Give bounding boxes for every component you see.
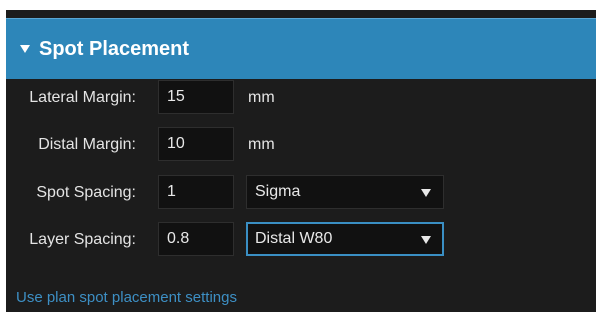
- spot-spacing-input[interactable]: 1: [158, 175, 234, 209]
- distal-margin-label: Distal Margin:: [38, 136, 136, 153]
- spot-placement-panel: Spot Placement Lateral Margin: 15 mm Dis…: [6, 10, 596, 312]
- panel-header[interactable]: Spot Placement: [6, 18, 596, 79]
- collapse-triangle-icon[interactable]: [20, 45, 30, 53]
- layer-spacing-label: Layer Spacing:: [29, 231, 136, 248]
- lateral-margin-label: Lateral Margin:: [29, 89, 136, 106]
- layer-spacing-mode-select[interactable]: Distal W80: [246, 222, 444, 256]
- caret-down-icon: [421, 189, 431, 197]
- distal-margin-input[interactable]: 10: [158, 127, 234, 161]
- panel-title: Spot Placement: [39, 38, 190, 60]
- lateral-margin-input[interactable]: 15: [158, 80, 234, 114]
- use-plan-spot-placement-link[interactable]: Use plan spot placement settings: [16, 289, 237, 306]
- layer-spacing-mode-value: Distal W80: [255, 230, 333, 247]
- spot-spacing-label: Spot Spacing:: [36, 184, 136, 201]
- caret-down-icon: [421, 236, 431, 244]
- layer-spacing-input[interactable]: 0.8: [158, 222, 234, 256]
- spot-spacing-unit-value: Sigma: [255, 183, 301, 200]
- lateral-margin-unit: mm: [248, 89, 275, 106]
- spot-spacing-unit-select[interactable]: Sigma: [246, 175, 444, 209]
- distal-margin-unit: mm: [248, 136, 275, 153]
